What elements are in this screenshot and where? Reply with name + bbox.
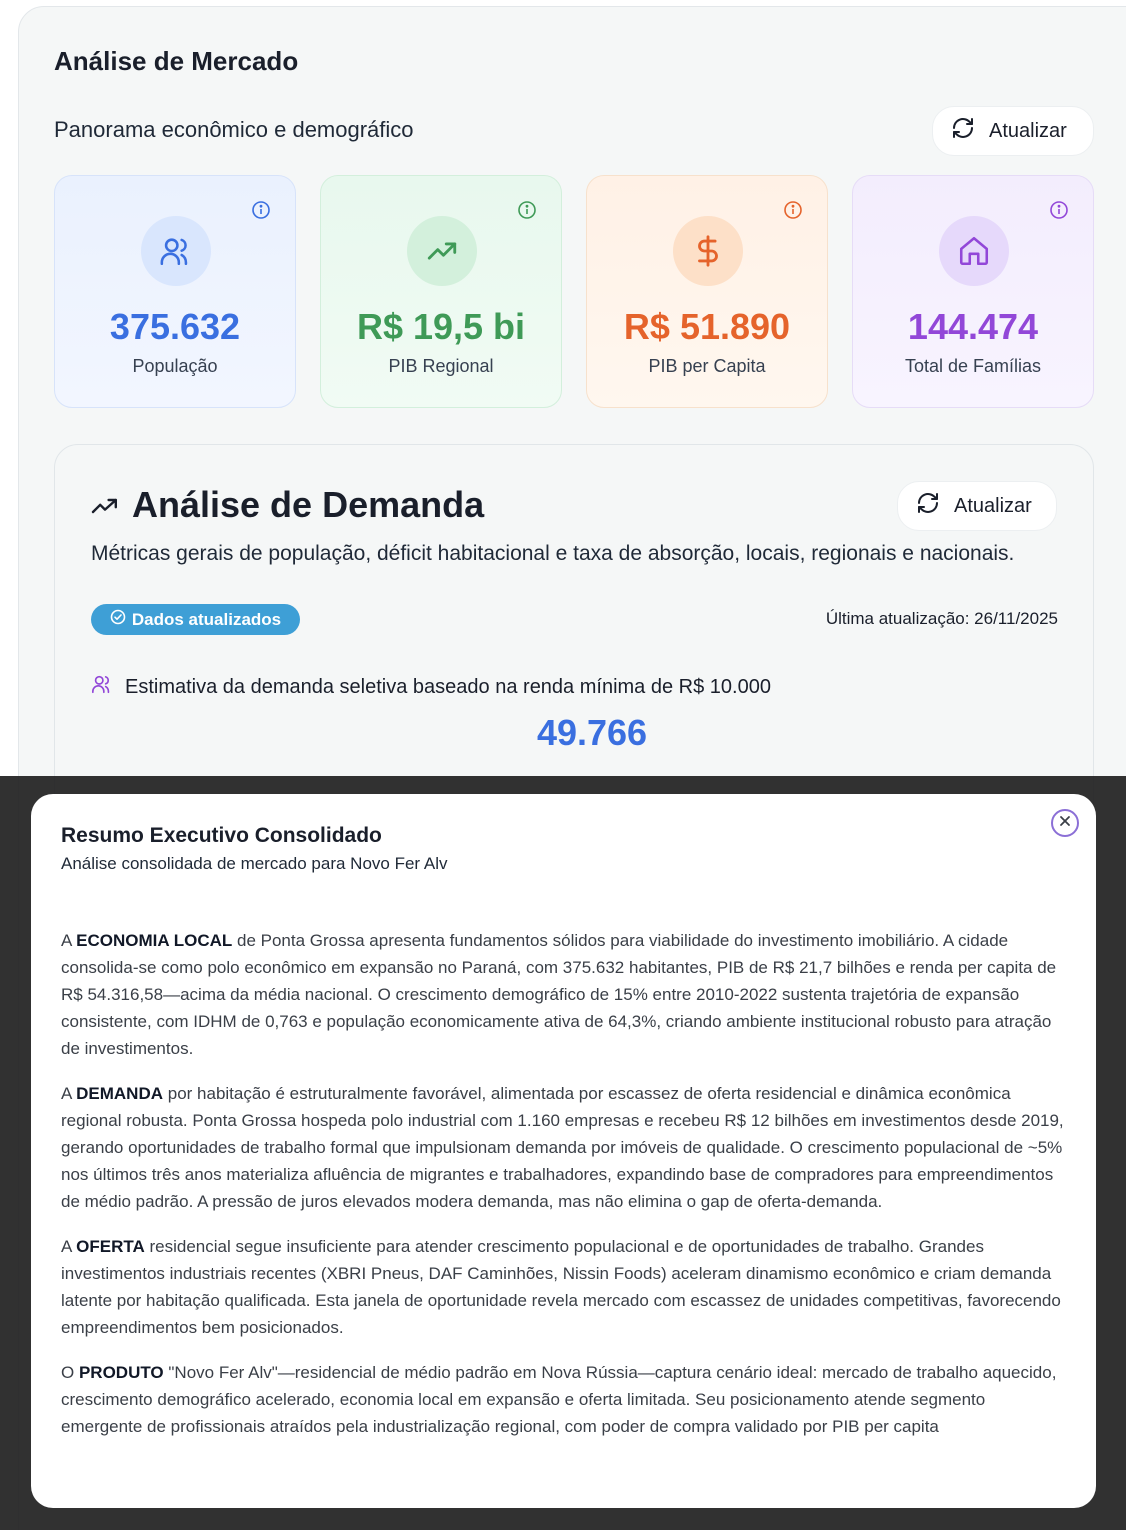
- stat-card-gdp-per-capita: R$ 51.890 PIB per Capita: [586, 175, 828, 408]
- page-title: Análise de Mercado: [54, 46, 299, 76]
- population-label: População: [132, 356, 218, 376]
- info-icon[interactable]: [251, 200, 271, 220]
- dollar-icon: [673, 216, 743, 286]
- gdp-label: PIB Regional: [388, 356, 494, 376]
- refresh-icon: [916, 491, 940, 521]
- executive-summary-modal: Resumo Executivo Consolidado Análise con…: [31, 794, 1096, 1508]
- check-circle-icon: [110, 609, 126, 630]
- stat-card-families: 144.474 Total de Famílias: [852, 175, 1094, 408]
- trending-up-icon: [407, 216, 477, 286]
- families-value: 144.474: [907, 306, 1039, 347]
- summary-paragraph: A ECONOMIA LOCAL de Ponta Grossa apresen…: [61, 931, 1057, 1058]
- info-icon[interactable]: [783, 200, 803, 220]
- gdp-per-capita-label: PIB per Capita: [648, 356, 766, 376]
- stat-card-population: 375.632 População: [54, 175, 296, 408]
- refresh-label: Atualizar: [954, 494, 1032, 517]
- trending-up-icon: [90, 494, 120, 523]
- stat-card-gdp: R$ 19,5 bi PIB Regional: [320, 175, 562, 408]
- estimate-label: Estimativa da demanda seletiva baseado n…: [125, 675, 771, 698]
- population-value: 375.632: [109, 306, 241, 347]
- gdp-per-capita-value: R$ 51.890: [623, 306, 791, 347]
- refresh-button[interactable]: Atualizar: [932, 106, 1094, 156]
- info-icon[interactable]: [1049, 200, 1069, 220]
- status-badge-label: Dados atualizados: [131, 609, 282, 629]
- modal-title: Resumo Executivo Consolidado: [61, 824, 382, 847]
- summary-paragraph: A OFERTA residencial segue insuficiente …: [61, 1237, 1061, 1337]
- gdp-value: R$ 19,5 bi: [356, 306, 526, 347]
- last-update: Última atualização: 26/11/2025: [825, 609, 1058, 628]
- status-badge: Dados atualizados: [91, 604, 300, 635]
- demand-refresh-button[interactable]: Atualizar: [897, 481, 1057, 531]
- estimate-value: 49.766: [536, 712, 648, 753]
- info-icon[interactable]: [517, 200, 537, 220]
- close-button[interactable]: [1051, 809, 1079, 837]
- demand-title: Análise de Demanda: [132, 484, 485, 525]
- close-icon: [1058, 814, 1072, 833]
- demand-description: Métricas gerais de população, déficit ha…: [91, 542, 1015, 565]
- demand-estimate-row: Estimativa da demanda seletiva baseado n…: [91, 673, 771, 701]
- summary-paragraph: A DEMANDA por habitação é estruturalment…: [61, 1084, 1064, 1211]
- home-icon: [939, 216, 1009, 286]
- modal-subtitle: Análise consolidada de mercado para Novo…: [61, 854, 448, 873]
- summary-paragraph: O PRODUTO "Novo Fer Alv"—residencial de …: [61, 1363, 1057, 1436]
- users-icon: [91, 673, 113, 701]
- refresh-label: Atualizar: [989, 119, 1067, 142]
- users-icon: [141, 216, 211, 286]
- page-subtitle: Panorama econômico e demográfico: [54, 117, 414, 142]
- refresh-icon: [951, 116, 975, 146]
- modal-body: A ECONOMIA LOCAL de Ponta Grossa apresen…: [61, 927, 1071, 1458]
- families-label: Total de Famílias: [904, 356, 1042, 376]
